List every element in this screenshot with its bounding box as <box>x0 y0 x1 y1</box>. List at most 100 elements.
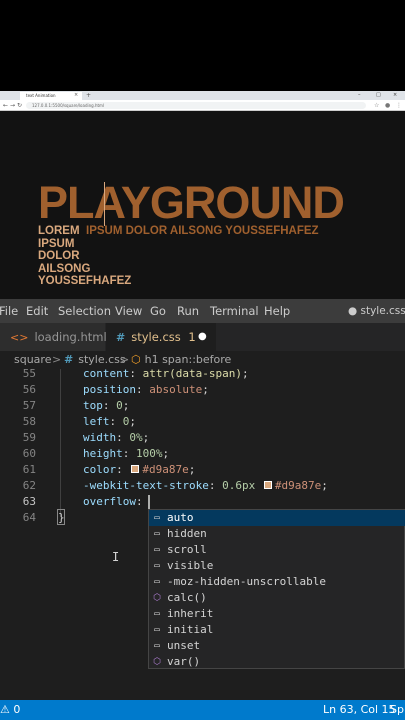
code-editor[interactable]: 55 56 57 58 59 60 61 62 63 64 content: a… <box>0 367 405 700</box>
css-icon: # <box>64 353 74 366</box>
suggestion-item[interactable]: ▭ initial <box>149 622 405 638</box>
menu-help[interactable]: Help <box>264 299 290 323</box>
suggestion-item[interactable]: ▭ unset <box>149 638 405 654</box>
breadcrumb-symbol-label: h1 span::before <box>144 353 232 366</box>
symbol-icon: ⬡ <box>131 353 141 366</box>
suggestion-item[interactable]: ⬡ calc() <box>149 590 405 606</box>
forward-icon[interactable]: → <box>10 101 15 110</box>
new-tab-button[interactable]: + <box>86 92 91 100</box>
code-line: color: #d9a87e; <box>83 463 196 476</box>
tab-label: style.css <box>131 330 181 344</box>
indentation-indicator[interactable]: Sp <box>390 700 404 720</box>
problem-count-badge: 1 <box>188 330 196 344</box>
page-title: PLAYGROUND <box>38 177 345 228</box>
maximize-icon[interactable]: □ <box>376 92 381 99</box>
css-icon: # <box>116 331 126 344</box>
line-number: 55 <box>22 367 36 380</box>
suggestion-item[interactable]: ▭ visible <box>149 558 405 574</box>
keyword-icon: ▭ <box>154 577 160 587</box>
page-viewport: PLAYGROUND IPSUM DOLOR AILSONG YOUSSEFHA… <box>0 112 405 299</box>
indent-guide <box>60 369 61 517</box>
code-line: content: attr(data-span); <box>83 367 249 380</box>
close-window-icon[interactable]: × <box>393 92 397 99</box>
word-item: YOUSSEFHAFEZ <box>38 275 132 287</box>
url-input[interactable]: 127.0.0.1:5500/square/loading.html <box>26 102 366 109</box>
word-item: AILSONG <box>38 262 91 275</box>
menu-terminal[interactable]: Terminal <box>210 299 259 323</box>
menu-run[interactable]: Run <box>177 299 199 323</box>
line-number: 56 <box>22 383 36 396</box>
animated-words: LOREM IPSUM DOLOR AILSONG YOUSSEFHAFEZ <box>38 225 131 288</box>
word-item: IPSUM <box>38 237 75 250</box>
address-bar: ← → ↻ 127.0.0.1:5500/square/loading.html… <box>0 100 405 111</box>
tab-close-icon[interactable]: × <box>74 92 78 98</box>
menu-file[interactable]: File <box>0 299 18 323</box>
tab-label: loading.html <box>34 330 107 344</box>
browser-window: text Animation × + – □ × ← → ↻ 127.0.0.1… <box>0 91 405 299</box>
tab-style-css[interactable]: # style.css 1 ● <box>106 323 216 351</box>
word-item: LOREM <box>38 225 80 237</box>
keyword-icon: ▭ <box>154 529 160 539</box>
text-stroke-line <box>104 182 105 226</box>
autocomplete-widget: ▭ auto ▭ hidden ▭ scroll ▭ visible ▭ -moz-hid… <box>148 509 405 669</box>
suggestion-item[interactable]: ▭ auto <box>149 510 405 526</box>
menu-icon[interactable]: ⋮ <box>396 101 402 110</box>
code-line: top: 0; <box>83 399 130 412</box>
cursor-position[interactable]: Ln 63, Col 15 <box>323 700 396 720</box>
reload-icon[interactable]: ↻ <box>17 101 22 110</box>
unsaved-dot-icon[interactable]: ● <box>198 323 207 351</box>
star-icon[interactable]: ☆ <box>374 101 379 110</box>
breadcrumb-file-label: style.css <box>78 353 126 366</box>
bracket-match-highlight <box>57 509 65 525</box>
browser-tab[interactable]: text Animation <box>20 92 82 100</box>
function-icon: ⬡ <box>153 657 161 667</box>
back-icon[interactable]: ← <box>3 101 8 110</box>
suggestion-item[interactable]: ▭ hidden <box>149 526 405 542</box>
minimize-icon[interactable]: – <box>358 92 361 99</box>
ibeam-cursor-icon: I <box>112 550 120 564</box>
code-line: height: 100%; <box>83 447 170 460</box>
tab-loading-html[interactable]: <> loading.html <box>0 323 107 351</box>
suggestion-item[interactable]: ▭ scroll <box>149 542 405 558</box>
suggestion-item[interactable]: ▭ inherit <box>149 606 405 622</box>
menu-selection[interactable]: Selection <box>58 299 111 323</box>
keyword-icon: ▭ <box>154 609 160 619</box>
keyword-icon: ▭ <box>154 625 160 635</box>
line-number: 60 <box>22 447 36 460</box>
line-number: 57 <box>22 399 36 412</box>
profile-icon[interactable]: ● <box>385 101 390 110</box>
code-line: -webkit-text-stroke: 0.6px #d9a87e; <box>83 479 328 492</box>
word-item: DOLOR <box>38 250 80 262</box>
html-icon: <> <box>10 331 29 344</box>
line-number: 61 <box>22 463 36 476</box>
keyword-icon: ▭ <box>154 545 160 555</box>
code-line: width: 0%; <box>83 431 150 444</box>
color-swatch[interactable] <box>263 481 272 489</box>
menu-view[interactable]: View <box>115 299 142 323</box>
suggestion-item[interactable]: ▭ -moz-hidden-unscrollable <box>149 574 405 590</box>
keyword-icon: ▭ <box>154 513 160 523</box>
vscode-window: File Edit Selection View Go Run Terminal… <box>0 299 405 720</box>
breadcrumb-separator: > <box>52 353 62 366</box>
function-icon: ⬡ <box>153 593 161 603</box>
code-line-active: overflow: <box>83 495 143 508</box>
line-number: 59 <box>22 431 36 444</box>
menu-go[interactable]: Go <box>150 299 166 323</box>
text-cursor <box>148 495 150 509</box>
status-bar: ⚠ 0 Ln 63, Col 15 Sp <box>0 700 405 720</box>
window-title: ● style.css - H <box>348 305 405 317</box>
line-number: 58 <box>22 415 36 428</box>
line-number: 62 <box>22 479 36 492</box>
menu-edit[interactable]: Edit <box>26 299 48 323</box>
line-number: 64 <box>22 511 36 524</box>
color-swatch[interactable] <box>131 465 140 473</box>
line-number-active: 63 <box>22 495 36 508</box>
code-line: left: 0; <box>83 415 136 428</box>
keyword-icon: ▭ <box>154 561 160 571</box>
editor-tabs: <> loading.html # style.css 1 ● <box>0 323 405 351</box>
code-line: position: absolute; <box>83 383 209 396</box>
keyword-icon: ▭ <box>154 641 160 651</box>
problems-indicator[interactable]: ⚠ 0 <box>0 700 20 720</box>
suggestion-item[interactable]: ⬡ var() <box>149 654 405 670</box>
menu-bar: File Edit Selection View Go Run Terminal… <box>0 299 405 323</box>
